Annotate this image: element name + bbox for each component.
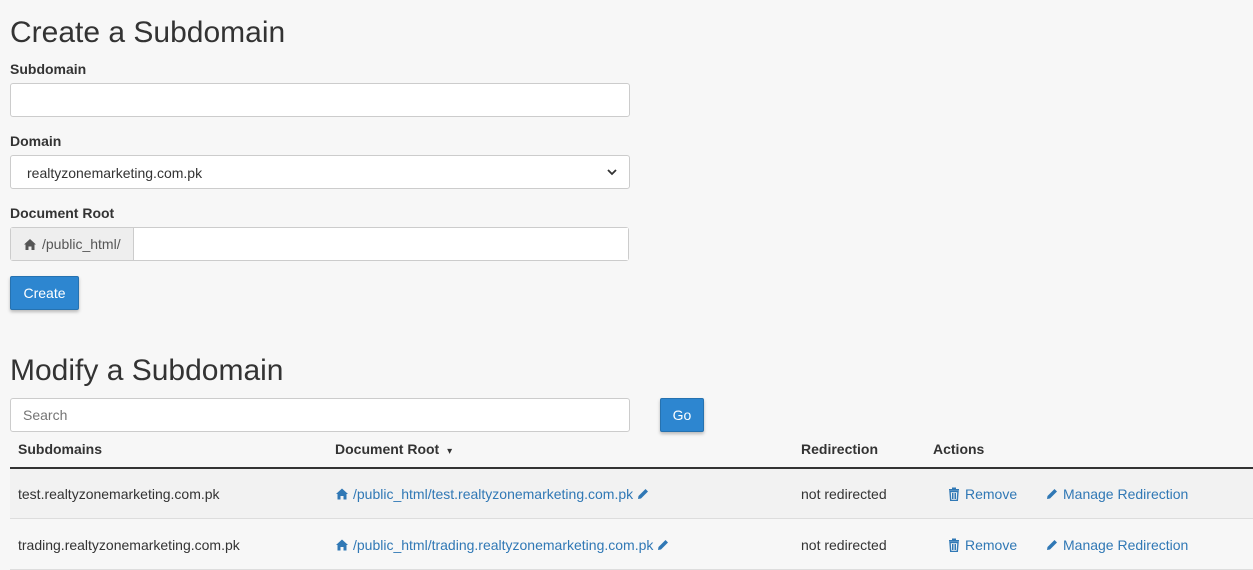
document-root-link[interactable]: /public_html/trading.realtyzonemarketing… — [335, 520, 674, 569]
document-root-input[interactable] — [133, 228, 628, 260]
remove-label: Remove — [965, 536, 1018, 553]
subdomain-input[interactable] — [10, 83, 630, 117]
sort-indicator-icon: ▾ — [447, 446, 453, 457]
home-icon — [336, 488, 348, 499]
search-input[interactable] — [10, 398, 630, 432]
redirection-cell: not redirected — [801, 485, 887, 502]
document-root-link-text: /public_html/test.realtyzonemarketing.co… — [353, 485, 634, 502]
column-header-document-root[interactable]: Document Root ▾ — [335, 441, 452, 457]
table-row: test.realtyzonemarketing.com.pk /public_… — [10, 469, 1253, 519]
redirection-cell: not redirected — [801, 536, 887, 553]
chevron-down-icon — [607, 169, 617, 176]
document-root-prefix: /public_html/ — [11, 228, 134, 260]
table-row: trading.realtyzonemarketing.com.pk /publ… — [10, 520, 1253, 570]
document-root-link[interactable]: /public_html/test.realtyzonemarketing.co… — [335, 469, 654, 518]
domain-select[interactable]: realtyzonemarketing.com.pk — [10, 155, 630, 189]
go-button[interactable]: Go — [660, 398, 704, 432]
column-header-actions: Actions — [933, 441, 985, 457]
remove-link[interactable]: Remove — [947, 520, 1017, 569]
domain-label: Domain — [10, 133, 62, 149]
pencil-icon — [1047, 488, 1057, 499]
document-root-prefix-text: /public_html/ — [42, 236, 121, 252]
create-subdomain-title: Create a Subdomain — [10, 16, 286, 49]
remove-label: Remove — [965, 485, 1018, 502]
document-root-label: Document Root — [10, 205, 115, 221]
pencil-icon[interactable] — [656, 538, 670, 552]
create-button[interactable]: Create — [10, 276, 79, 310]
column-header-document-root-label: Document Root — [335, 441, 440, 457]
document-root-link-text: /public_html/trading.realtyzonemarketing… — [353, 536, 654, 553]
home-icon — [336, 539, 348, 550]
manage-redirection-link[interactable]: Manage Redirection — [1045, 469, 1188, 518]
pencil-icon — [1047, 539, 1057, 550]
remove-link[interactable]: Remove — [947, 469, 1017, 518]
manage-redirection-label: Manage Redirection — [1063, 536, 1189, 553]
column-header-redirection[interactable]: Redirection — [801, 441, 878, 457]
subdomain-cell: trading.realtyzonemarketing.com.pk — [18, 536, 240, 553]
document-root-group: /public_html/ — [10, 227, 629, 261]
subdomain-label: Subdomain — [10, 61, 87, 77]
modify-subdomain-title: Modify a Subdomain — [10, 354, 284, 387]
domain-select-value: realtyzonemarketing.com.pk — [27, 165, 203, 181]
home-icon — [24, 238, 36, 250]
trash-icon — [949, 538, 959, 552]
manage-redirection-label: Manage Redirection — [1063, 485, 1189, 502]
subdomain-cell: test.realtyzonemarketing.com.pk — [18, 485, 220, 502]
trash-icon — [949, 487, 959, 501]
pencil-icon[interactable] — [636, 487, 650, 501]
column-header-subdomains[interactable]: Subdomains — [18, 441, 102, 457]
manage-redirection-link[interactable]: Manage Redirection — [1045, 520, 1188, 569]
